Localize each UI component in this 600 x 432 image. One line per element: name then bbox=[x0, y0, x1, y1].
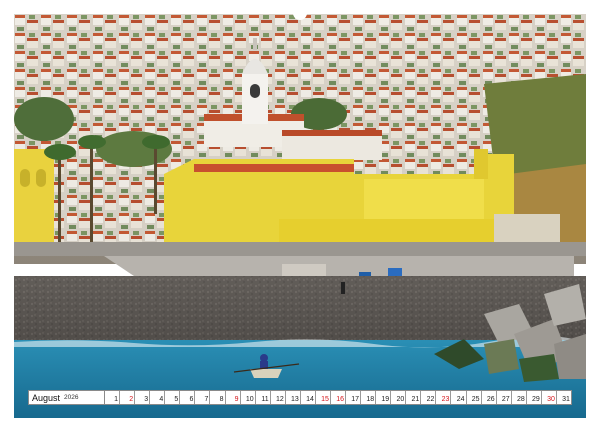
day-number: 18 bbox=[366, 396, 375, 403]
day-number: 11 bbox=[261, 396, 269, 403]
day-cell: 15 bbox=[315, 391, 331, 404]
day-number: 19 bbox=[381, 396, 390, 403]
day-number: 31 bbox=[562, 396, 570, 403]
person-on-beach bbox=[341, 282, 345, 294]
day-cell: 30 bbox=[541, 391, 557, 404]
photo-illustration bbox=[14, 14, 586, 418]
day-cell: 29 bbox=[526, 391, 542, 404]
palm-crown bbox=[44, 144, 76, 160]
day-cell: 6 bbox=[180, 391, 196, 404]
month-year: 2026 bbox=[64, 394, 79, 401]
day-cell: 24 bbox=[451, 391, 467, 404]
day-cell: 13 bbox=[285, 391, 301, 404]
month-name: August bbox=[32, 392, 61, 403]
arch-window bbox=[36, 169, 46, 187]
day-number: 25 bbox=[471, 396, 480, 403]
yellow-building bbox=[14, 149, 54, 244]
palm-trunk bbox=[90, 144, 93, 244]
day-number: 13 bbox=[291, 396, 299, 403]
day-number: 20 bbox=[396, 396, 405, 403]
seawall bbox=[14, 242, 586, 256]
rower bbox=[260, 354, 268, 362]
day-cell: 20 bbox=[391, 391, 407, 404]
day-number: 17 bbox=[351, 396, 360, 403]
day-number: 27 bbox=[501, 396, 510, 403]
day-cell: 18 bbox=[361, 391, 377, 404]
church-tower bbox=[242, 74, 268, 124]
day-cell: 1 bbox=[105, 391, 121, 404]
fortress-turret bbox=[474, 149, 488, 179]
day-number: 29 bbox=[532, 396, 540, 403]
day-number: 15 bbox=[321, 396, 329, 403]
promenade bbox=[104, 256, 574, 276]
day-number: 2 bbox=[129, 396, 134, 403]
palm-trunk bbox=[154, 144, 157, 214]
day-number: 21 bbox=[411, 396, 420, 403]
day-number: 30 bbox=[547, 396, 555, 403]
day-number: 7 bbox=[204, 396, 209, 403]
day-cell: 3 bbox=[135, 391, 151, 404]
day-cell: 5 bbox=[165, 391, 181, 404]
day-cell: 23 bbox=[436, 391, 452, 404]
day-cell: 9 bbox=[225, 391, 241, 404]
day-number: 16 bbox=[336, 396, 344, 403]
day-number: 24 bbox=[456, 396, 465, 403]
harbor-photo bbox=[14, 14, 586, 418]
roof bbox=[282, 130, 382, 136]
day-cell: 8 bbox=[210, 391, 226, 404]
day-number: 6 bbox=[189, 396, 194, 403]
day-cell: 31 bbox=[556, 391, 571, 404]
day-cell: 11 bbox=[255, 391, 271, 404]
day-number: 9 bbox=[234, 396, 239, 403]
white-building bbox=[282, 134, 382, 160]
day-cell: 4 bbox=[150, 391, 166, 404]
day-cell: 26 bbox=[481, 391, 497, 404]
day-cell: 21 bbox=[406, 391, 422, 404]
fortress-roof bbox=[194, 164, 354, 172]
day-cell: 27 bbox=[496, 391, 512, 404]
day-number: 22 bbox=[426, 396, 435, 403]
day-cell: 19 bbox=[376, 391, 392, 404]
day-number: 12 bbox=[275, 396, 284, 403]
day-number: 4 bbox=[159, 396, 164, 403]
rowboat bbox=[250, 369, 282, 378]
month-label: August 2026 bbox=[29, 391, 105, 404]
day-cells: 1 2 3 4 5 6 7 8 9 10 11 12 13 14 15 16 17 18 19 20 21 22 23 24 2… bbox=[105, 391, 571, 404]
calendar-strip: August 2026 1 2 3 4 5 6 7 8 9 10 11 12 13 14 15 16 17 18 1… bbox=[28, 390, 572, 405]
day-number: 10 bbox=[245, 396, 254, 403]
day-cell: 25 bbox=[466, 391, 482, 404]
tree-cluster bbox=[14, 97, 74, 141]
day-number: 14 bbox=[306, 396, 314, 403]
day-number: 28 bbox=[516, 396, 525, 403]
palm-crown bbox=[78, 135, 106, 149]
day-cell: 14 bbox=[300, 391, 316, 404]
day-cell: 16 bbox=[330, 391, 346, 404]
day-cell: 12 bbox=[270, 391, 286, 404]
day-number: 23 bbox=[441, 396, 450, 403]
day-number: 1 bbox=[114, 396, 119, 403]
palm-crown bbox=[142, 135, 170, 149]
day-cell: 28 bbox=[511, 391, 527, 404]
palm-trunk bbox=[58, 154, 61, 244]
day-cell: 10 bbox=[240, 391, 256, 404]
day-cell: 7 bbox=[195, 391, 211, 404]
bell-window bbox=[250, 84, 260, 98]
calendar-page: August 2026 1 2 3 4 5 6 7 8 9 10 11 12 13 14 15 16 17 18 1… bbox=[0, 0, 600, 432]
day-number: 8 bbox=[219, 396, 224, 403]
arch-window bbox=[20, 169, 30, 187]
church-spire bbox=[253, 38, 257, 50]
day-cell: 2 bbox=[120, 391, 136, 404]
day-number: 26 bbox=[486, 396, 495, 403]
day-number: 5 bbox=[174, 396, 179, 403]
day-cell: 17 bbox=[346, 391, 362, 404]
day-number: 3 bbox=[144, 396, 149, 403]
day-cell: 22 bbox=[421, 391, 437, 404]
